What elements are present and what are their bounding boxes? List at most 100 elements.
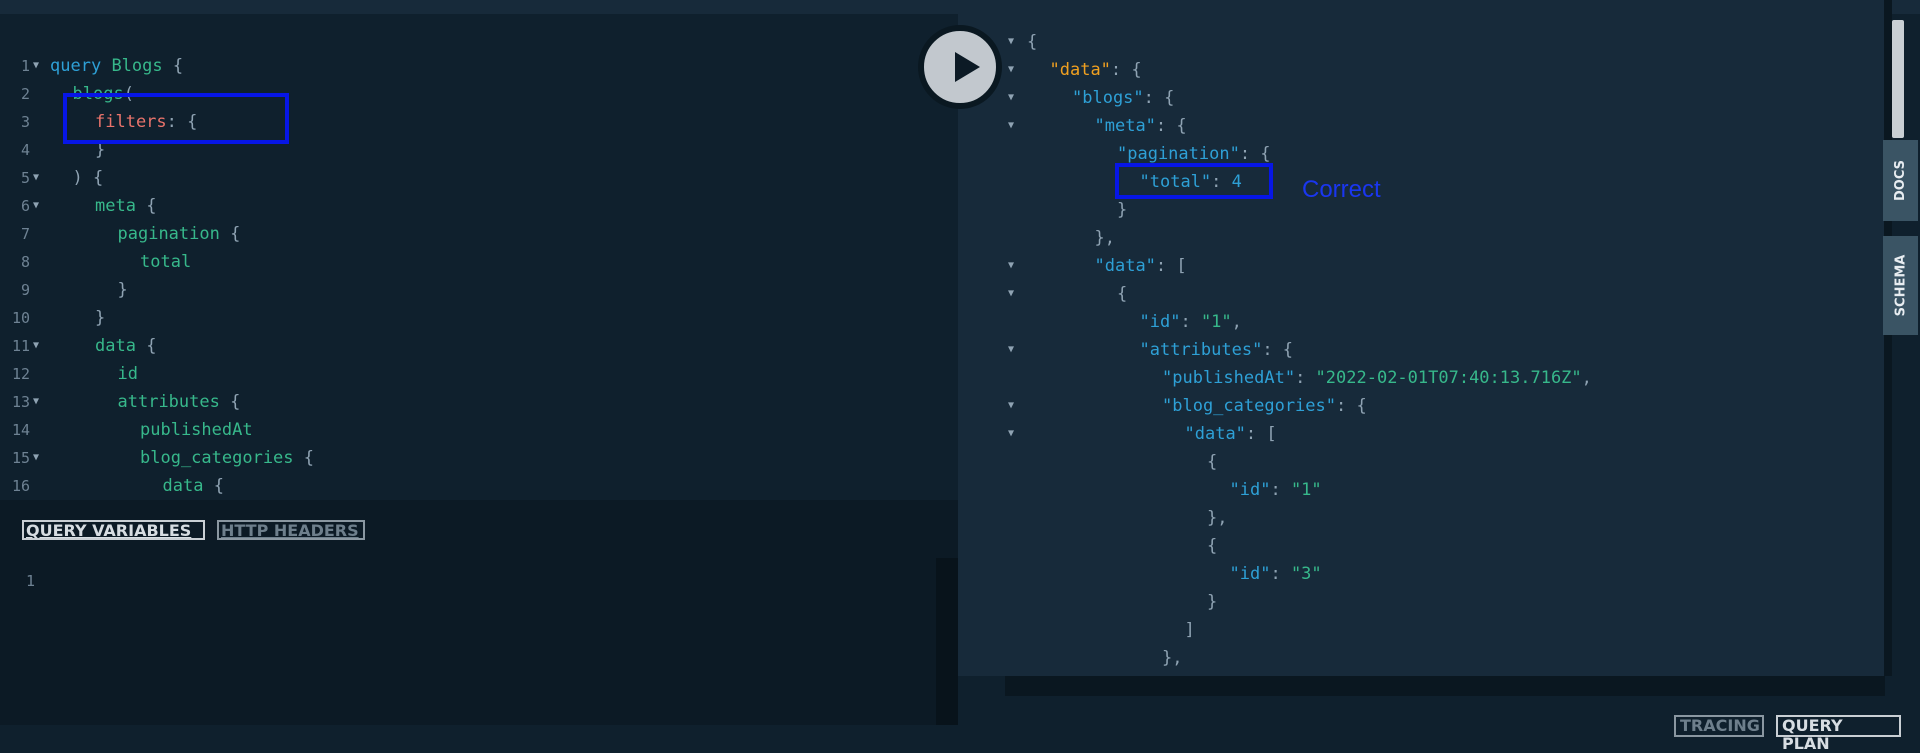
tracing-button[interactable]: TRACING (1674, 715, 1764, 737)
json-text: { (1027, 28, 1037, 56)
json-text: "id": "1" (1230, 476, 1322, 504)
code-token: } (117, 280, 128, 300)
json-text: }, (1207, 504, 1227, 532)
code-token: attributes (117, 392, 220, 412)
fold-arrow-icon[interactable]: ▼ (1008, 56, 1014, 84)
code-token: "1" (1290, 480, 1322, 500)
fold-arrow-icon[interactable]: ▼ (33, 332, 39, 360)
code-token: : { (1239, 144, 1271, 164)
fold-arrow-icon[interactable]: ▼ (33, 52, 39, 80)
fold-arrow-icon[interactable]: ▼ (1008, 280, 1014, 308)
code-token: { (135, 336, 157, 356)
result-horizontal-scrollbar[interactable] (1005, 676, 1885, 696)
json-text: "blog_categories": { (1162, 392, 1367, 420)
line-number: 15 (11, 449, 30, 467)
fold-arrow-icon[interactable]: ▼ (1008, 392, 1014, 420)
line-number: 16 (11, 477, 30, 495)
line-number: 12 (11, 365, 30, 383)
code-text: data { (163, 472, 224, 500)
code-text: meta { (95, 192, 156, 220)
code-token: pagination (117, 224, 220, 244)
code-token: : { (1336, 396, 1367, 416)
fold-arrow-icon[interactable]: ▼ (1008, 84, 1014, 112)
code-text: query Blogs { (50, 52, 183, 80)
json-text: }, (1162, 644, 1182, 672)
code-token: { (162, 56, 184, 76)
code-text: blog_categories { (140, 444, 314, 472)
code-token: "id" (1229, 564, 1271, 584)
line-number: 13 (11, 393, 30, 411)
line-number: 3 (20, 113, 30, 131)
fold-arrow-icon[interactable]: ▼ (1008, 252, 1014, 280)
json-text: "attributes": { (1140, 336, 1294, 364)
json-text: "meta": { (1095, 112, 1187, 140)
code-token: { (1027, 32, 1038, 52)
query-plan-button[interactable]: QUERY PLAN (1776, 715, 1901, 753)
json-text: { (1117, 280, 1127, 308)
code-token: } (1117, 200, 1128, 220)
fold-arrow-icon[interactable]: ▼ (1008, 336, 1014, 364)
line-number: 2 (20, 85, 30, 103)
variables-panel[interactable]: QUERY VARIABLES HTTP HEADERS 1 (0, 500, 958, 725)
code-token: : (1270, 480, 1291, 500)
code-token: : (1180, 312, 1201, 332)
result-vertical-scrollbar[interactable] (1884, 0, 1892, 676)
code-text: publishedAt (140, 416, 253, 444)
code-token: { (293, 448, 315, 468)
code-token: : { (1110, 60, 1142, 80)
code-token: { (1207, 452, 1218, 472)
code-token: "data" (1184, 424, 1246, 444)
fold-arrow-icon[interactable]: ▼ (33, 164, 39, 192)
code-text: pagination { (118, 220, 241, 248)
code-token: "data" (1049, 60, 1111, 80)
fold-arrow-icon[interactable]: ▼ (33, 388, 39, 416)
line-number: 11 (11, 337, 30, 355)
fold-arrow-icon[interactable]: ▼ (1008, 112, 1014, 140)
code-token: "blogs" (1072, 88, 1144, 108)
code-token: } (1207, 592, 1218, 612)
tab-http-headers[interactable]: HTTP HEADERS (217, 520, 365, 540)
schema-tab-label: SCHEMA (1893, 254, 1909, 317)
code-token: { (203, 476, 224, 496)
code-token: "publishedAt" (1162, 368, 1296, 388)
code-token: "1" (1200, 312, 1232, 332)
json-text: "data": [ (1185, 420, 1277, 448)
json-text: "blogs": { (1072, 84, 1174, 112)
code-token: , (1231, 312, 1242, 332)
json-text: "data": [ (1095, 252, 1187, 280)
code-token: ) { (72, 168, 104, 188)
code-token: : (1270, 564, 1291, 584)
code-token: Blogs (111, 56, 163, 76)
code-token: "data" (1094, 256, 1156, 276)
tab-query-variables[interactable]: QUERY VARIABLES (22, 520, 205, 540)
schema-tab[interactable]: SCHEMA (1883, 236, 1918, 335)
run-query-button[interactable] (918, 25, 1002, 109)
panel-divider[interactable] (936, 558, 958, 725)
annotation-box-total (1115, 163, 1273, 199)
code-token: "attributes" (1139, 340, 1263, 360)
code-token: "blog_categories" (1162, 396, 1336, 416)
line-number: 9 (20, 281, 30, 299)
fold-arrow-icon[interactable]: ▼ (1008, 28, 1014, 56)
json-text: }, (1095, 224, 1115, 252)
scrollbar-thumb[interactable] (1892, 20, 1904, 138)
docs-tab[interactable]: DOCS (1883, 140, 1918, 221)
fold-arrow-icon[interactable]: ▼ (33, 444, 39, 472)
fold-arrow-icon[interactable]: ▼ (33, 192, 39, 220)
code-token: { (219, 224, 241, 244)
code-token: data (162, 476, 204, 496)
json-text: { (1207, 532, 1217, 560)
annotation-box-filters (63, 93, 289, 144)
query-editor[interactable]: 1 ▼ query Blogs {2 blogs(3 filters: {4} 5 ▼) {… (0, 14, 958, 500)
code-text: data { (95, 332, 156, 360)
code-token: "pagination" (1117, 144, 1240, 164)
code-token: { (1207, 536, 1218, 556)
json-text: } (1207, 588, 1217, 616)
code-token: "id" (1229, 480, 1271, 500)
json-text: "data": { (1050, 56, 1142, 84)
code-token: publishedAt (140, 420, 253, 440)
code-token: : (1295, 368, 1316, 388)
variables-line-number: 1 (26, 572, 36, 590)
fold-arrow-icon[interactable]: ▼ (1008, 420, 1014, 448)
